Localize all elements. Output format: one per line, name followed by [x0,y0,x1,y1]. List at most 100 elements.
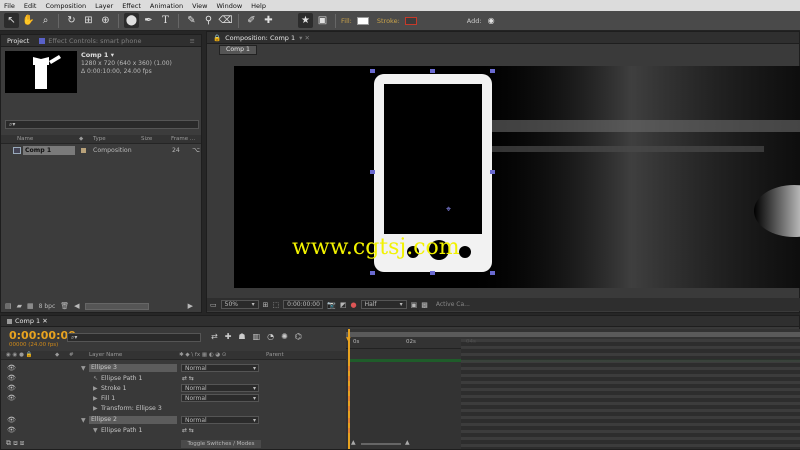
keyframe-icon[interactable]: I [348,395,350,403]
mask-visibility-icon[interactable]: ⬚ [273,301,280,309]
rotate-tool-icon[interactable]: ↻ [64,13,79,28]
add-label: Add: [466,16,482,25]
keyframe-icon[interactable]: I [348,405,350,413]
color-channels-icon[interactable]: ● [350,301,356,309]
work-area-bar[interactable] [346,332,800,337]
parent-column[interactable]: Parent [266,352,284,358]
zoom-select[interactable]: 50% ▾ [220,300,259,309]
composition-tab-bar: 🔒 Composition: Comp 1 ▾ ✕ [207,32,799,44]
always-preview-icon[interactable]: ▭ [210,301,217,309]
tab-effect-controls[interactable]: Effect Controls: smart phone [39,37,142,45]
anchor-point-icon[interactable]: ⌖ [446,205,451,215]
col-size[interactable]: Size [141,136,152,142]
fill-label: Fill: [341,16,352,25]
current-time-field[interactable]: 0:00:00:00 [283,300,324,309]
roto-brush-tool-icon[interactable]: ✐ [244,13,259,28]
tab-project[interactable]: Project [7,37,29,45]
resolution-select[interactable]: Half ▾ [360,300,407,309]
fill-color-swatch[interactable] [356,16,369,25]
comp-mini-flowchart-icon[interactable]: ⇄ [211,332,218,341]
transparency-grid-icon[interactable]: ▩ [421,301,428,309]
scroll-right-icon[interactable]: ▶ [188,302,193,310]
pan-behind-tool-icon[interactable]: ⊕ [98,13,113,28]
menu-composition[interactable]: Composition [45,2,86,10]
hand-tool-icon[interactable]: ✋ [21,13,36,28]
timeline-search-input[interactable]: ⌕▾ [67,333,201,342]
comp-subtab[interactable]: Comp 1 [219,45,257,55]
keyframe-icon[interactable]: I [348,365,350,373]
lock-icon[interactable]: 🔒 [213,34,221,42]
delete-icon[interactable]: 🗑 [60,302,69,310]
new-folder-icon[interactable]: ▰ [17,302,22,310]
zoom-out-icon[interactable]: ▲ [351,439,356,446]
interpret-footage-icon[interactable]: ▤ [5,302,12,310]
shy-layers-icon[interactable]: ☗ [238,332,245,341]
zoom-in-icon[interactable]: ▲ [405,439,410,446]
menu-file[interactable]: File [4,2,15,10]
cti-head-icon[interactable]: ▼ [346,336,351,343]
brainstorm-icon[interactable]: ✺ [281,332,288,341]
menu-animation[interactable]: Animation [150,2,183,10]
keyframe-icon[interactable]: I [348,375,350,383]
graph-editor-icon[interactable]: ⌬ [295,332,302,341]
frame-blending-icon[interactable]: ▥ [253,332,261,341]
stroke-label: Stroke: [376,16,400,25]
grid-icon[interactable]: ⊞ [263,301,269,309]
timeline-timecode[interactable]: 0:00:00:00 [9,329,76,342]
blur-smear [461,339,800,449]
selection-tool-icon[interactable]: ↖ [4,13,19,28]
label-column-icon[interactable]: ◆ [79,136,83,142]
menu-window[interactable]: Window [217,2,243,10]
active-camera-label[interactable]: Active Ca... [436,301,470,308]
project-item-comp[interactable]: Comp 1 Composition 24 ⌥ [1,146,201,156]
menu-view[interactable]: View [192,2,207,10]
keyframe-icon[interactable]: I [348,385,350,393]
tab-composition[interactable]: Composition: Comp 1 [225,34,295,42]
scroll-left-icon[interactable]: ◀ [74,302,79,310]
comp-viewer: ⌖ www.cgtsj.com [234,66,800,288]
col-name[interactable]: Name [17,136,33,142]
motion-blur-icon[interactable]: ◔ [267,332,274,341]
panel-menu-icon[interactable]: ≡ [190,37,195,45]
stroke-color-swatch[interactable] [404,16,417,25]
menu-help[interactable]: Help [251,2,266,10]
ellipse-tool-icon[interactable]: ⬤ [124,13,139,28]
menu-edit[interactable]: Edit [24,2,37,10]
star-icon[interactable]: ★ [298,13,313,28]
type-tool-icon[interactable]: T [158,13,173,28]
zoom-tool-icon[interactable]: ⌕ [38,13,53,28]
new-comp-icon[interactable]: ▦ [27,302,34,310]
col-frame[interactable]: Frame ... [171,136,195,142]
zoom-slider[interactable] [361,443,401,445]
snapshot-icon[interactable]: 📷 [327,301,336,309]
toolbar-divider [58,13,59,28]
bpc-label[interactable]: 8 bpc [39,303,56,310]
av-features-icons: ◉ ◉ ● 🔒 [6,352,33,358]
puppet-tool-icon[interactable]: ✚ [261,13,276,28]
keyframe-icon[interactable]: I [348,427,350,435]
draft-3d-icon[interactable]: ✚ [225,332,232,341]
project-column-header: Name ◆ Type Size Frame ... [1,135,201,144]
shape-layer-icon[interactable]: ▣ [315,13,330,28]
add-circle-icon[interactable]: ◉ [484,13,499,28]
tab-menu-icon[interactable]: ▾ ✕ [299,34,310,42]
clone-stamp-tool-icon[interactable]: ⚲ [201,13,216,28]
col-type[interactable]: Type [93,136,106,142]
menu-effect[interactable]: Effect [122,2,141,10]
camera-tool-icon[interactable]: ⊞ [81,13,96,28]
menu-layer[interactable]: Layer [95,2,113,10]
toolbar-divider [238,13,239,28]
region-of-interest-icon[interactable]: ▣ [411,301,418,309]
layer-name-column[interactable]: Layer Name [89,352,122,358]
project-panel: Project Effect Controls: smart phone ≡ C… [0,34,202,313]
keyframe-icon[interactable]: I [348,417,350,425]
brush-tool-icon[interactable]: ✎ [184,13,199,28]
timeline-zoom-bar: ▲ ▲ [351,439,421,449]
project-scrollbar[interactable] [84,302,149,310]
project-search-input[interactable]: ⌕▾ [5,120,199,129]
show-channel-icon[interactable]: ◩ [340,301,347,309]
tab-timeline-comp[interactable]: Comp 1 ✕ [7,317,48,325]
eraser-tool-icon[interactable]: ⌫ [218,13,233,28]
flowchart-icon[interactable]: ⌥ [192,146,200,154]
pen-tool-icon[interactable]: ✒ [141,13,156,28]
